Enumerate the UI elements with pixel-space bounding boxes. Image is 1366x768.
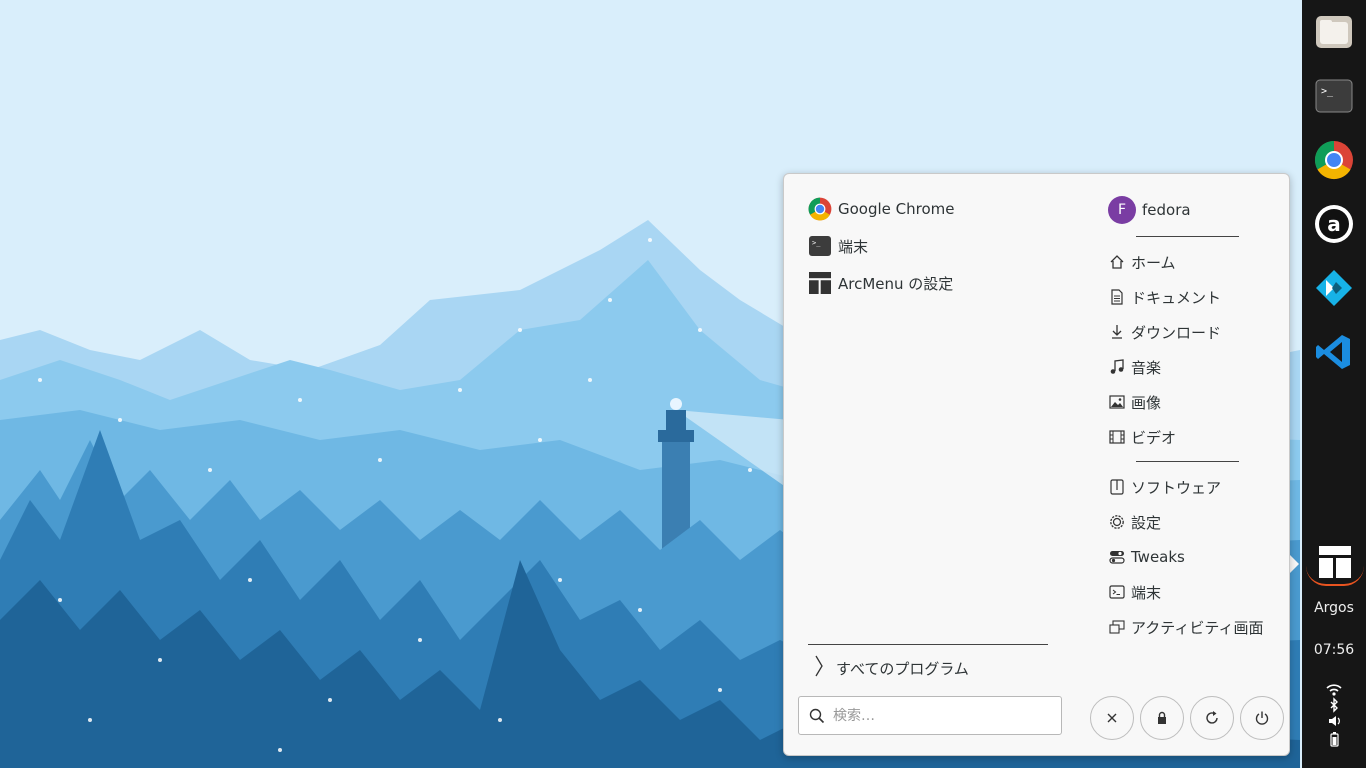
power-button[interactable] bbox=[1240, 696, 1284, 740]
arcmenu-popup: Google Chrome >_ 端末 ArcMenu の設定 F fedora bbox=[783, 173, 1290, 756]
separator bbox=[1136, 236, 1239, 237]
search-input[interactable] bbox=[831, 706, 1045, 725]
picture-icon bbox=[1108, 393, 1126, 411]
tweaks-icon bbox=[1108, 548, 1126, 566]
clock[interactable]: 07:56 bbox=[1302, 642, 1366, 658]
lock-icon bbox=[1158, 711, 1166, 724]
search-box[interactable] bbox=[798, 696, 1062, 735]
arcmenu-icon bbox=[1319, 546, 1351, 578]
place-pictures[interactable]: 画像 bbox=[1108, 390, 1161, 414]
document-icon bbox=[1108, 288, 1126, 306]
software-icon bbox=[1108, 478, 1126, 496]
files-icon[interactable] bbox=[1314, 12, 1354, 52]
fav-label: Google Chrome bbox=[838, 200, 955, 218]
all-programs-label: すべてのプログラム bbox=[836, 659, 969, 678]
system-settings[interactable]: 設定 bbox=[1108, 510, 1161, 534]
volume-icon bbox=[1329, 716, 1340, 726]
home-icon bbox=[1108, 253, 1126, 271]
search-icon bbox=[809, 708, 825, 724]
terminal-icon[interactable]: >_ bbox=[1314, 76, 1354, 116]
wifi-icon bbox=[1326, 684, 1342, 696]
lock-button[interactable] bbox=[1140, 696, 1184, 740]
system-activities[interactable]: アクティビティ画面 bbox=[1108, 615, 1263, 639]
avatar: F bbox=[1108, 196, 1136, 224]
restart-icon bbox=[1206, 711, 1218, 724]
place-music[interactable]: 音楽 bbox=[1108, 355, 1161, 379]
fav-terminal[interactable]: >_ 端末 bbox=[808, 232, 868, 260]
activities-icon bbox=[1108, 618, 1126, 636]
place-documents[interactable]: ドキュメント bbox=[1108, 285, 1221, 309]
system-software[interactable]: ソフトウェア bbox=[1108, 475, 1221, 499]
argos-label[interactable]: Argos bbox=[1302, 600, 1366, 616]
place-label: ダウンロード bbox=[1131, 323, 1222, 342]
settings-icon bbox=[1108, 513, 1126, 531]
vscode-icon[interactable] bbox=[1314, 332, 1354, 372]
system-label: アクティビティ画面 bbox=[1131, 618, 1264, 637]
user-name: fedora bbox=[1142, 201, 1191, 219]
separator bbox=[1136, 461, 1239, 462]
arcmenu-icon bbox=[808, 271, 832, 295]
fav-label: ArcMenu の設定 bbox=[838, 274, 954, 293]
all-programs-button[interactable]: すべてのプログラム bbox=[814, 654, 969, 682]
place-label: ドキュメント bbox=[1131, 288, 1222, 307]
restart-button[interactable] bbox=[1190, 696, 1234, 740]
system-tray[interactable] bbox=[1302, 682, 1366, 756]
system-tweaks[interactable]: Tweaks bbox=[1108, 545, 1185, 569]
svg-text:>_: >_ bbox=[1321, 86, 1334, 97]
place-label: 音楽 bbox=[1131, 358, 1162, 377]
separator bbox=[808, 644, 1048, 645]
kodi-icon[interactable] bbox=[1314, 268, 1354, 308]
svg-text:>_: >_ bbox=[812, 239, 821, 247]
logout-icon bbox=[1107, 713, 1117, 723]
power-icon bbox=[1255, 711, 1269, 725]
terminal-icon: >_ bbox=[808, 234, 832, 258]
battery-icon bbox=[1330, 732, 1339, 747]
anydesk-icon[interactable]: a bbox=[1314, 204, 1354, 244]
fav-google-chrome[interactable]: Google Chrome bbox=[808, 195, 955, 223]
system-label: 設定 bbox=[1131, 513, 1162, 532]
music-icon bbox=[1108, 358, 1126, 376]
place-downloads[interactable]: ダウンロード bbox=[1108, 320, 1221, 344]
system-label: Tweaks bbox=[1131, 548, 1185, 566]
chevron-right-icon bbox=[814, 655, 824, 681]
right-dock-panel: >_ a Argos 07:56 bbox=[1302, 0, 1366, 768]
fav-arcmenu-settings[interactable]: ArcMenu の設定 bbox=[808, 269, 953, 297]
system-label: 端末 bbox=[1131, 583, 1162, 602]
place-label: ホーム bbox=[1131, 253, 1176, 272]
fav-label: 端末 bbox=[838, 237, 869, 256]
place-label: ビデオ bbox=[1131, 428, 1177, 447]
system-terminal[interactable]: 端末 bbox=[1108, 580, 1161, 604]
chrome-icon bbox=[808, 197, 832, 221]
video-icon bbox=[1108, 428, 1126, 446]
bluetooth-icon bbox=[1330, 697, 1338, 713]
svg-text:a: a bbox=[1327, 212, 1341, 236]
terminal-icon bbox=[1108, 583, 1126, 601]
place-videos[interactable]: ビデオ bbox=[1108, 425, 1176, 449]
place-home[interactable]: ホーム bbox=[1108, 250, 1176, 274]
arcmenu-button[interactable] bbox=[1306, 538, 1364, 586]
logout-button[interactable] bbox=[1090, 696, 1134, 740]
system-label: ソフトウェア bbox=[1131, 478, 1222, 497]
place-label: 画像 bbox=[1131, 393, 1162, 412]
download-icon bbox=[1108, 323, 1126, 341]
chrome-icon[interactable] bbox=[1314, 140, 1354, 180]
user-account[interactable]: F fedora bbox=[1108, 196, 1191, 224]
